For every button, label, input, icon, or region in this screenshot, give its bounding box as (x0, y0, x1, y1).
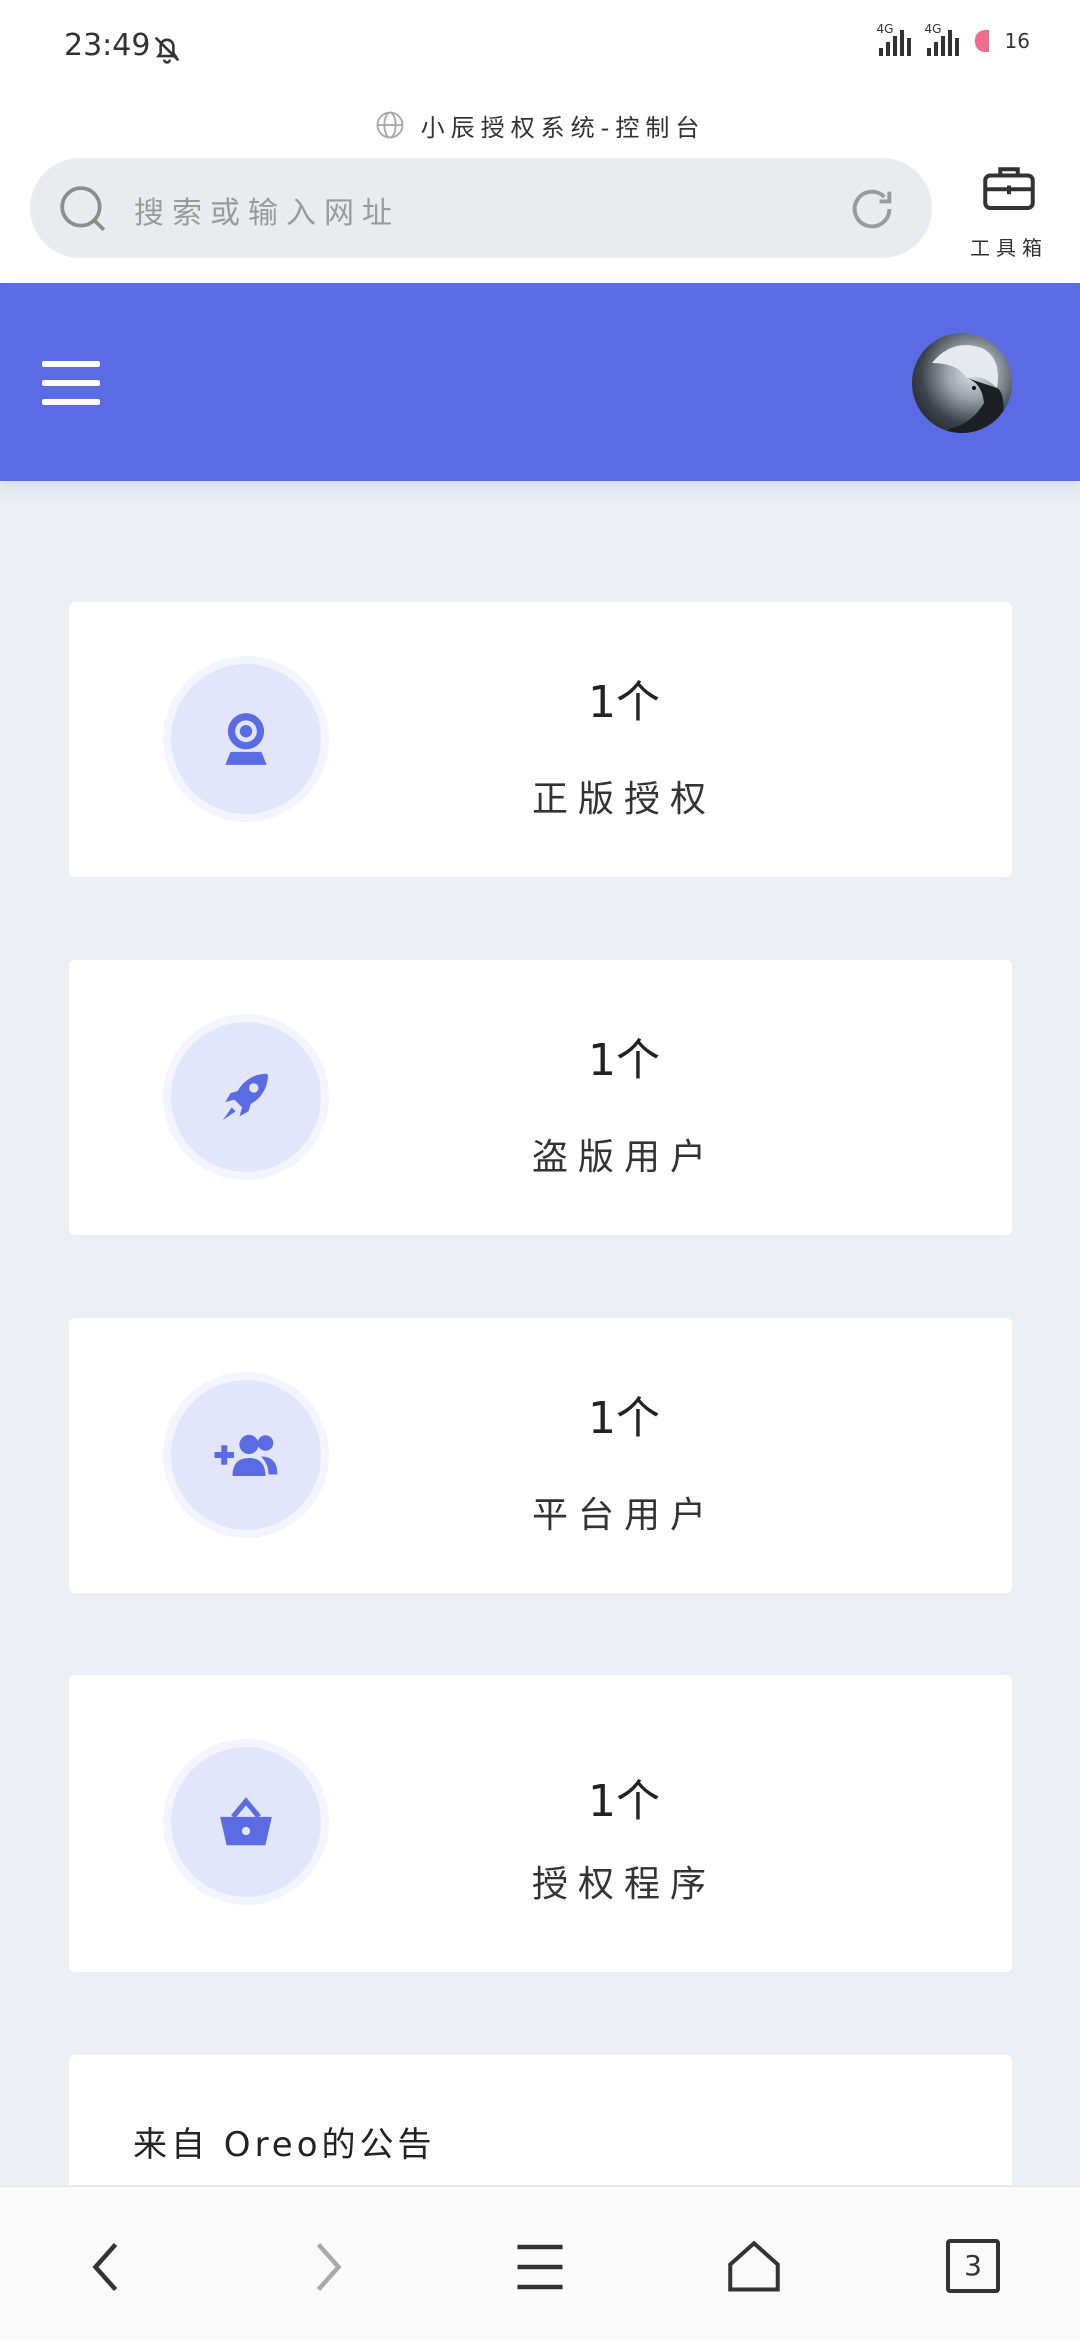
back-icon[interactable] (78, 2237, 138, 2297)
signal-1-icon: 4G (877, 22, 911, 56)
reload-icon[interactable] (846, 183, 898, 235)
app-header (0, 283, 1080, 481)
forward-icon[interactable] (296, 2237, 356, 2297)
announcement-title: 来自 Oreo的公告 (133, 2125, 436, 2165)
home-icon[interactable] (724, 2237, 784, 2297)
announcement-card[interactable]: 来自 Oreo的公告 (69, 2055, 1012, 2185)
stat-count: 1个 (588, 677, 660, 728)
status-time: 23:49 (64, 28, 151, 63)
webcam-icon (225, 713, 267, 765)
stat-icon-circle (171, 1747, 321, 1897)
search-icon (60, 186, 106, 232)
menu-lines-icon[interactable] (510, 2237, 570, 2297)
network-1-label: 4G (876, 22, 894, 36)
user-plus-icon (214, 1434, 278, 1476)
avatar[interactable] (912, 333, 1012, 433)
bell-muted-icon (154, 36, 180, 64)
stat-icon-circle (171, 1022, 321, 1172)
menu-icon[interactable] (42, 361, 100, 405)
stat-label: 授权程序 (531, 1864, 716, 1905)
stat-label: 正版授权 (531, 779, 716, 820)
stat-count: 1个 (588, 1393, 660, 1444)
page-title: 小辰授权系统-控制台 (420, 113, 706, 142)
address-bar-row: 搜索或输入网址 工具箱 (0, 150, 1080, 283)
stat-card-pirate[interactable]: 1个 盗版用户 (69, 960, 1012, 1235)
stat-card-platform-users[interactable]: 1个 平台用户 (69, 1318, 1012, 1593)
browser-bottom-nav: 3 (0, 2186, 1080, 2340)
address-placeholder: 搜索或输入网址 (134, 196, 400, 231)
browser-title-row: 小辰授权系统-控制台 (0, 100, 1080, 150)
stat-label: 平台用户 (531, 1495, 716, 1536)
stat-icon-circle (171, 1380, 321, 1530)
stat-count: 1个 (588, 1776, 660, 1827)
network-2-label: 4G (924, 22, 942, 36)
stat-icon-circle (171, 664, 321, 814)
toolbox-icon (983, 167, 1035, 210)
status-bar: 23:49 4G 4G 16 (0, 0, 1080, 100)
stat-card-programs[interactable]: 1个 授权程序 (69, 1675, 1012, 1972)
stat-card-genuine[interactable]: 1个 正版授权 (69, 602, 1012, 877)
basket-icon (220, 1797, 272, 1846)
toolbox-button[interactable]: 工具箱 (964, 158, 1054, 268)
toolbox-label: 工具箱 (970, 236, 1048, 260)
tabs-button[interactable]: 3 (946, 2239, 1000, 2293)
stat-label: 盗版用户 (531, 1137, 716, 1178)
signal-2-icon: 4G (925, 22, 959, 56)
battery-level: 16 (1004, 29, 1030, 53)
address-bar[interactable]: 搜索或输入网址 (30, 158, 932, 258)
globe-icon (376, 111, 404, 139)
stat-count: 1个 (588, 1035, 660, 1086)
rocket-icon (222, 1073, 268, 1121)
battery-icon (974, 30, 989, 52)
